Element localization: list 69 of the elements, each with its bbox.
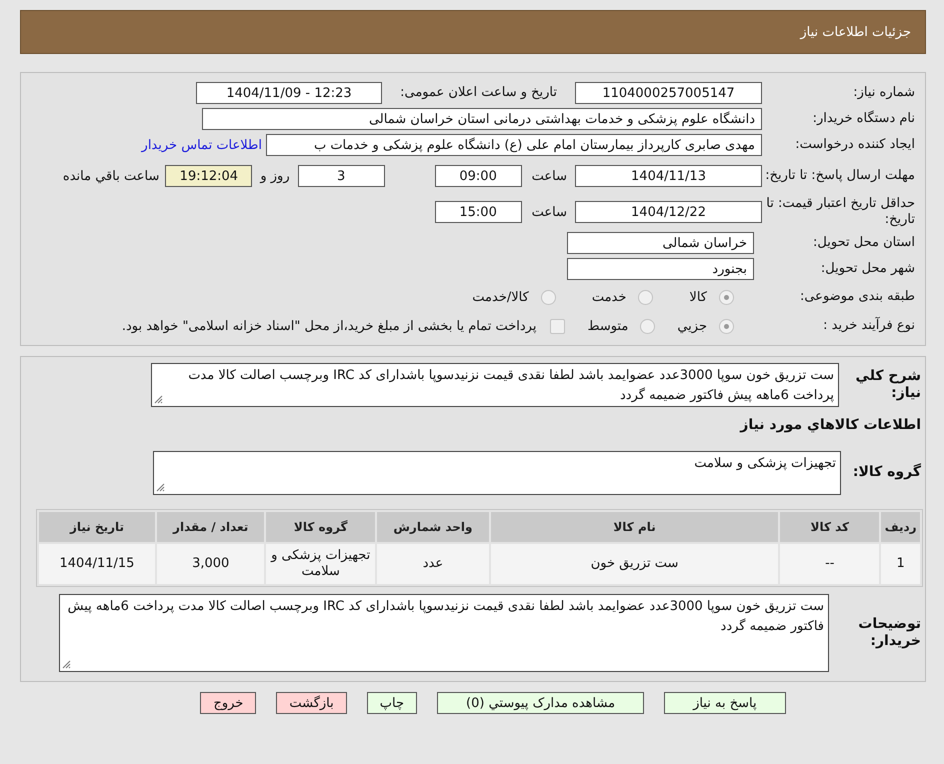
city-field: بجنورد [567,258,754,280]
radio-button[interactable] [640,318,656,334]
checkbox[interactable] [550,318,566,334]
section-heading: اطلاعات کالاهاي مورد نياز [740,417,921,433]
field-label: نوع فرآیند خرید : [822,318,915,334]
checkbox-label: پرداخت تمام یا بخشی از مبلغ خرید،از محل "اسناد خزانه اسلامی" خواهد بود. [122,318,536,334]
deadline-date-field: 1404/11/13 [575,165,762,187]
column-header: نام کالا [490,512,778,542]
option-label: خدمت [592,290,626,304]
summary-text-area[interactable]: ست تزریق خون سوپا 3000عدد عضوایمد باشد لطفا نقدی قیمت نزنیدسوپا باشدارای کد IRC وبرچسب اصالت کالا مدت پرداخت 6ماهه پیش فاکتور ضمیمه گردد [151,363,839,407]
requester-field: مهدی صابری کارپرداز بیمارستان امام علی (ع) دانشگاه علوم پزشکی و خدمات ب [266,134,762,156]
column-header: گروه کالا [266,512,376,542]
table-cell: عدد [377,544,489,584]
field-label: روز و [260,168,290,184]
field-label: ساعت [532,204,567,220]
field-label: نام دستگاه خریدار: [812,110,915,128]
field-label: تاریخ و ساعت اعلان عمومی: [399,84,557,102]
table-cell: ست تزریق خون [490,544,778,584]
buyer-notes-text-area[interactable]: ست تزریق خون سوپا 3000عدد عضوایمد باشد لطفا نقدی قیمت نزنیدسوپا باشدارای کد IRC وبرچسب اصالت کالا مدت پرداخت 6ماهه پیش فاکتور ضمیمه گردد [59,594,829,672]
action-button[interactable]: چاپ [366,692,417,714]
action-button[interactable]: خروج [200,692,256,714]
field-label: شرح کلي نياز: [854,368,921,402]
field-label: شماره نیاز: [852,84,915,102]
need-number-field: 1104000257005147 [575,82,762,104]
validity-date-field: 1404/12/22 [575,201,762,223]
field-label: ساعت باقي مانده [62,168,160,184]
option-label: متوسط [587,318,628,334]
option-label: کالا [689,290,707,304]
field-label: توضیحات خریدار: [857,616,921,650]
radio-button[interactable] [638,290,654,304]
column-header: تاریخ نیاز [39,512,155,542]
field-label: ساعت [532,168,567,184]
field-label: استان محل تحویل: [812,234,915,252]
table-cell: 1 [881,544,920,584]
column-header: واحد شمارش [377,512,489,542]
field-label: گروه کالا: [852,464,921,482]
action-button[interactable]: پاسخ به نياز [664,692,786,714]
table-cell: 1404/11/15 [39,544,155,584]
column-header: ردیف [881,512,920,542]
resize-grip-icon[interactable] [154,395,163,404]
column-header: تعداد / مقدار [156,512,264,542]
field-label: حداقل تاریخ اعتبار قیمت: تا تاریخ: [765,196,915,228]
table-cell: تجهیزات پزشکی و سلامت [266,544,376,584]
buyer-org-field: دانشگاه علوم پزشکی و خدمات بهداشتی درمانی استان خراسان شمالی [202,108,762,130]
field-label: مهلت ارسال پاسخ: تا تاریخ: [764,168,915,184]
days-field: 3 [298,165,385,187]
field-label: ایجاد کننده درخواست: [794,136,915,154]
field-label: طبقه بندی موضوعی: [798,288,915,306]
buyer-contact-link[interactable]: اطلاعات تماس خریدار [142,138,262,152]
page-title: جزئیات اطلاعات نیاز [800,24,911,40]
announce-date-field: 1404/11/09 - 12:23 [196,82,382,104]
table-cell: -- [780,544,880,584]
action-button[interactable]: مشاهده مدارک پيوستي (0) [437,692,644,714]
validity-time-field: 15:00 [434,201,522,223]
goods-group-text-area[interactable]: تجهیزات پزشکی و سلامت [153,451,841,495]
province-field: خراسان شمالی [567,232,754,254]
deadline-time-field: 09:00 [434,165,522,187]
option-label: کالا/خدمت [472,290,529,304]
radio-button[interactable] [719,290,734,304]
option-label: جزيي [677,318,707,334]
resize-grip-icon[interactable] [62,660,71,669]
resize-grip-icon[interactable] [156,483,165,492]
column-header: کد کالا [780,512,880,542]
remaining-time-field: 19:12:04 [165,165,252,187]
table-cell: 3,000 [156,544,264,584]
field-label: شهر محل تحویل: [820,260,915,278]
action-button[interactable]: بازگشت [276,692,347,714]
radio-button[interactable] [540,290,556,304]
radio-button[interactable] [719,318,734,334]
